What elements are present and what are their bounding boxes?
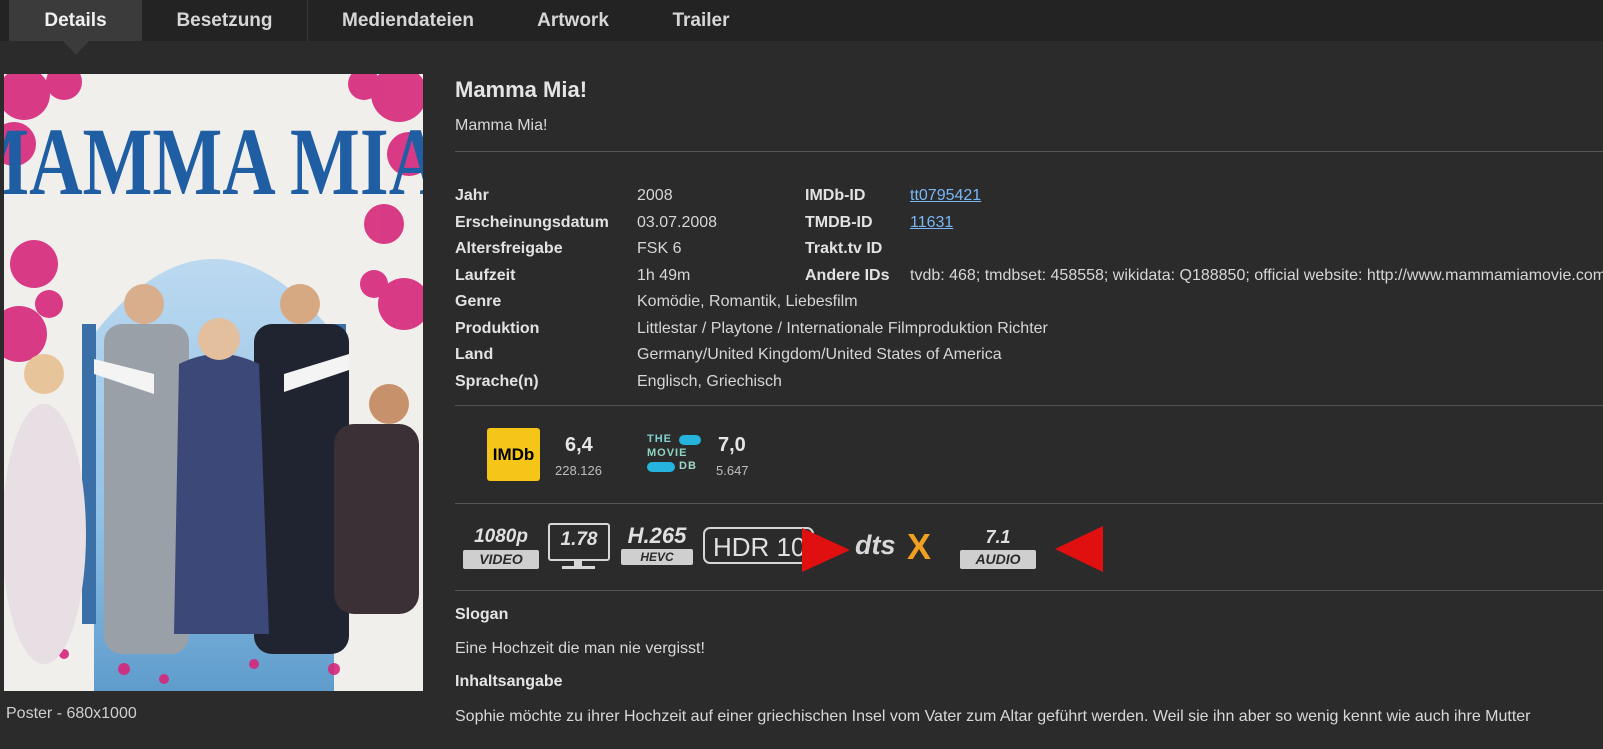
label-year: Jahr [455,187,489,204]
imdb-id-link[interactable]: tt0795421 [910,187,981,205]
tab-artwork[interactable]: Artwork [508,0,638,41]
tmdb-votes: 5.647 [716,463,749,478]
value-release-date: 03.07.2008 [637,214,718,231]
channels-badge-text: 7.1 [985,527,1011,547]
tab-details[interactable]: Details [9,0,142,55]
tab-trailer[interactable]: Trailer [638,0,764,41]
dtsx-logo-icon: dts X [855,526,955,567]
hdr-badge-text: HDR 10 [713,532,806,562]
label-other-ids: Andere IDs [805,267,890,284]
value-genre: Komödie, Romantik, Liebesfilm [637,293,858,310]
codec-badge-text: H.265 [627,523,687,548]
label-trakt-id: Trakt.tv ID [805,240,883,257]
tmdb-id-link[interactable]: 11631 [910,214,953,232]
label-tmdb-id: TMDB-ID [805,214,873,231]
slogan-heading: Slogan [455,606,509,623]
value-runtime: 1h 49m [637,267,691,284]
imdb-rating: 6,4 [565,434,593,456]
imdb-logo-icon: IMDb [487,428,540,481]
aspect-ratio-text: 1.78 [560,529,598,550]
tmdb-logo-pill [647,462,675,472]
tmdb-logo-line-3: DB [679,460,697,472]
divider [455,590,1603,591]
value-country: Germany/United Kingdom/United States of … [637,346,1002,363]
value-languages: Englisch, Griechisch [637,373,782,390]
resolution-badge-sub: VIDEO [463,550,539,569]
page-title: Mamma Mia! [455,77,588,102]
original-title: Mamma Mia! [455,117,548,134]
tmdb-logo-icon: THE MOVIE DB [647,433,703,477]
tmdb-logo-line-2: MOVIE [647,447,688,459]
label-production: Produktion [455,320,540,337]
channels-badge-sub: AUDIO [960,550,1036,569]
divider [455,151,1603,152]
label-country: Land [455,346,494,363]
codec-badge-sub: HEVC [621,549,693,565]
dts-logo-text: dts [855,530,896,560]
plot-heading: Inhaltsangabe [455,673,563,690]
plot-text: Sophie möchte zu ihrer Hochzeit auf eine… [455,708,1531,725]
tmdb-logo-pill [679,435,701,445]
label-languages: Sprache(n) [455,373,539,390]
hdr-badge: HDR 10 [703,527,814,564]
red-arrow-left-icon [1055,526,1103,572]
poster-title: MAMMA MIA! [4,109,423,215]
tmdb-rating: 7,0 [718,434,746,456]
value-certification: FSK 6 [637,240,682,257]
poster-caption: Poster - 680x1000 [6,705,137,722]
label-release-date: Erscheinungsdatum [455,214,609,231]
label-genre: Genre [455,293,502,310]
dts-logo-x: X [907,526,932,567]
tab-besetzung[interactable]: Besetzung [142,0,307,41]
resolution-badge-text: 1080p [474,526,528,547]
imdb-votes: 228.126 [555,463,602,478]
divider [455,503,1603,504]
divider [455,405,1603,406]
label-imdb-id: IMDb-ID [805,187,866,204]
slogan-text: Eine Hochzeit die man nie vergisst! [455,640,705,657]
label-certification: Altersfreigabe [455,240,563,257]
tab-bar: Details Besetzung Mediendateien Artwork … [0,0,1603,55]
poster-artwork: MAMMA MIA! [4,74,423,691]
aspect-ratio-badge: 1.78 [548,523,610,571]
value-year: 2008 [637,187,673,204]
red-arrow-right-icon [802,528,850,572]
value-production: Littlestar / Playtone / Internationale F… [637,320,1048,337]
label-runtime: Laufzeit [455,267,516,284]
movie-poster[interactable]: MAMMA MIA! [4,74,423,691]
value-other-ids: tvdb: 468; tmdbset: 458558; wikidata: Q1… [910,267,1603,284]
tab-mediendateien[interactable]: Mediendateien [308,0,508,41]
tmdb-logo-line-1: THE [647,433,672,445]
